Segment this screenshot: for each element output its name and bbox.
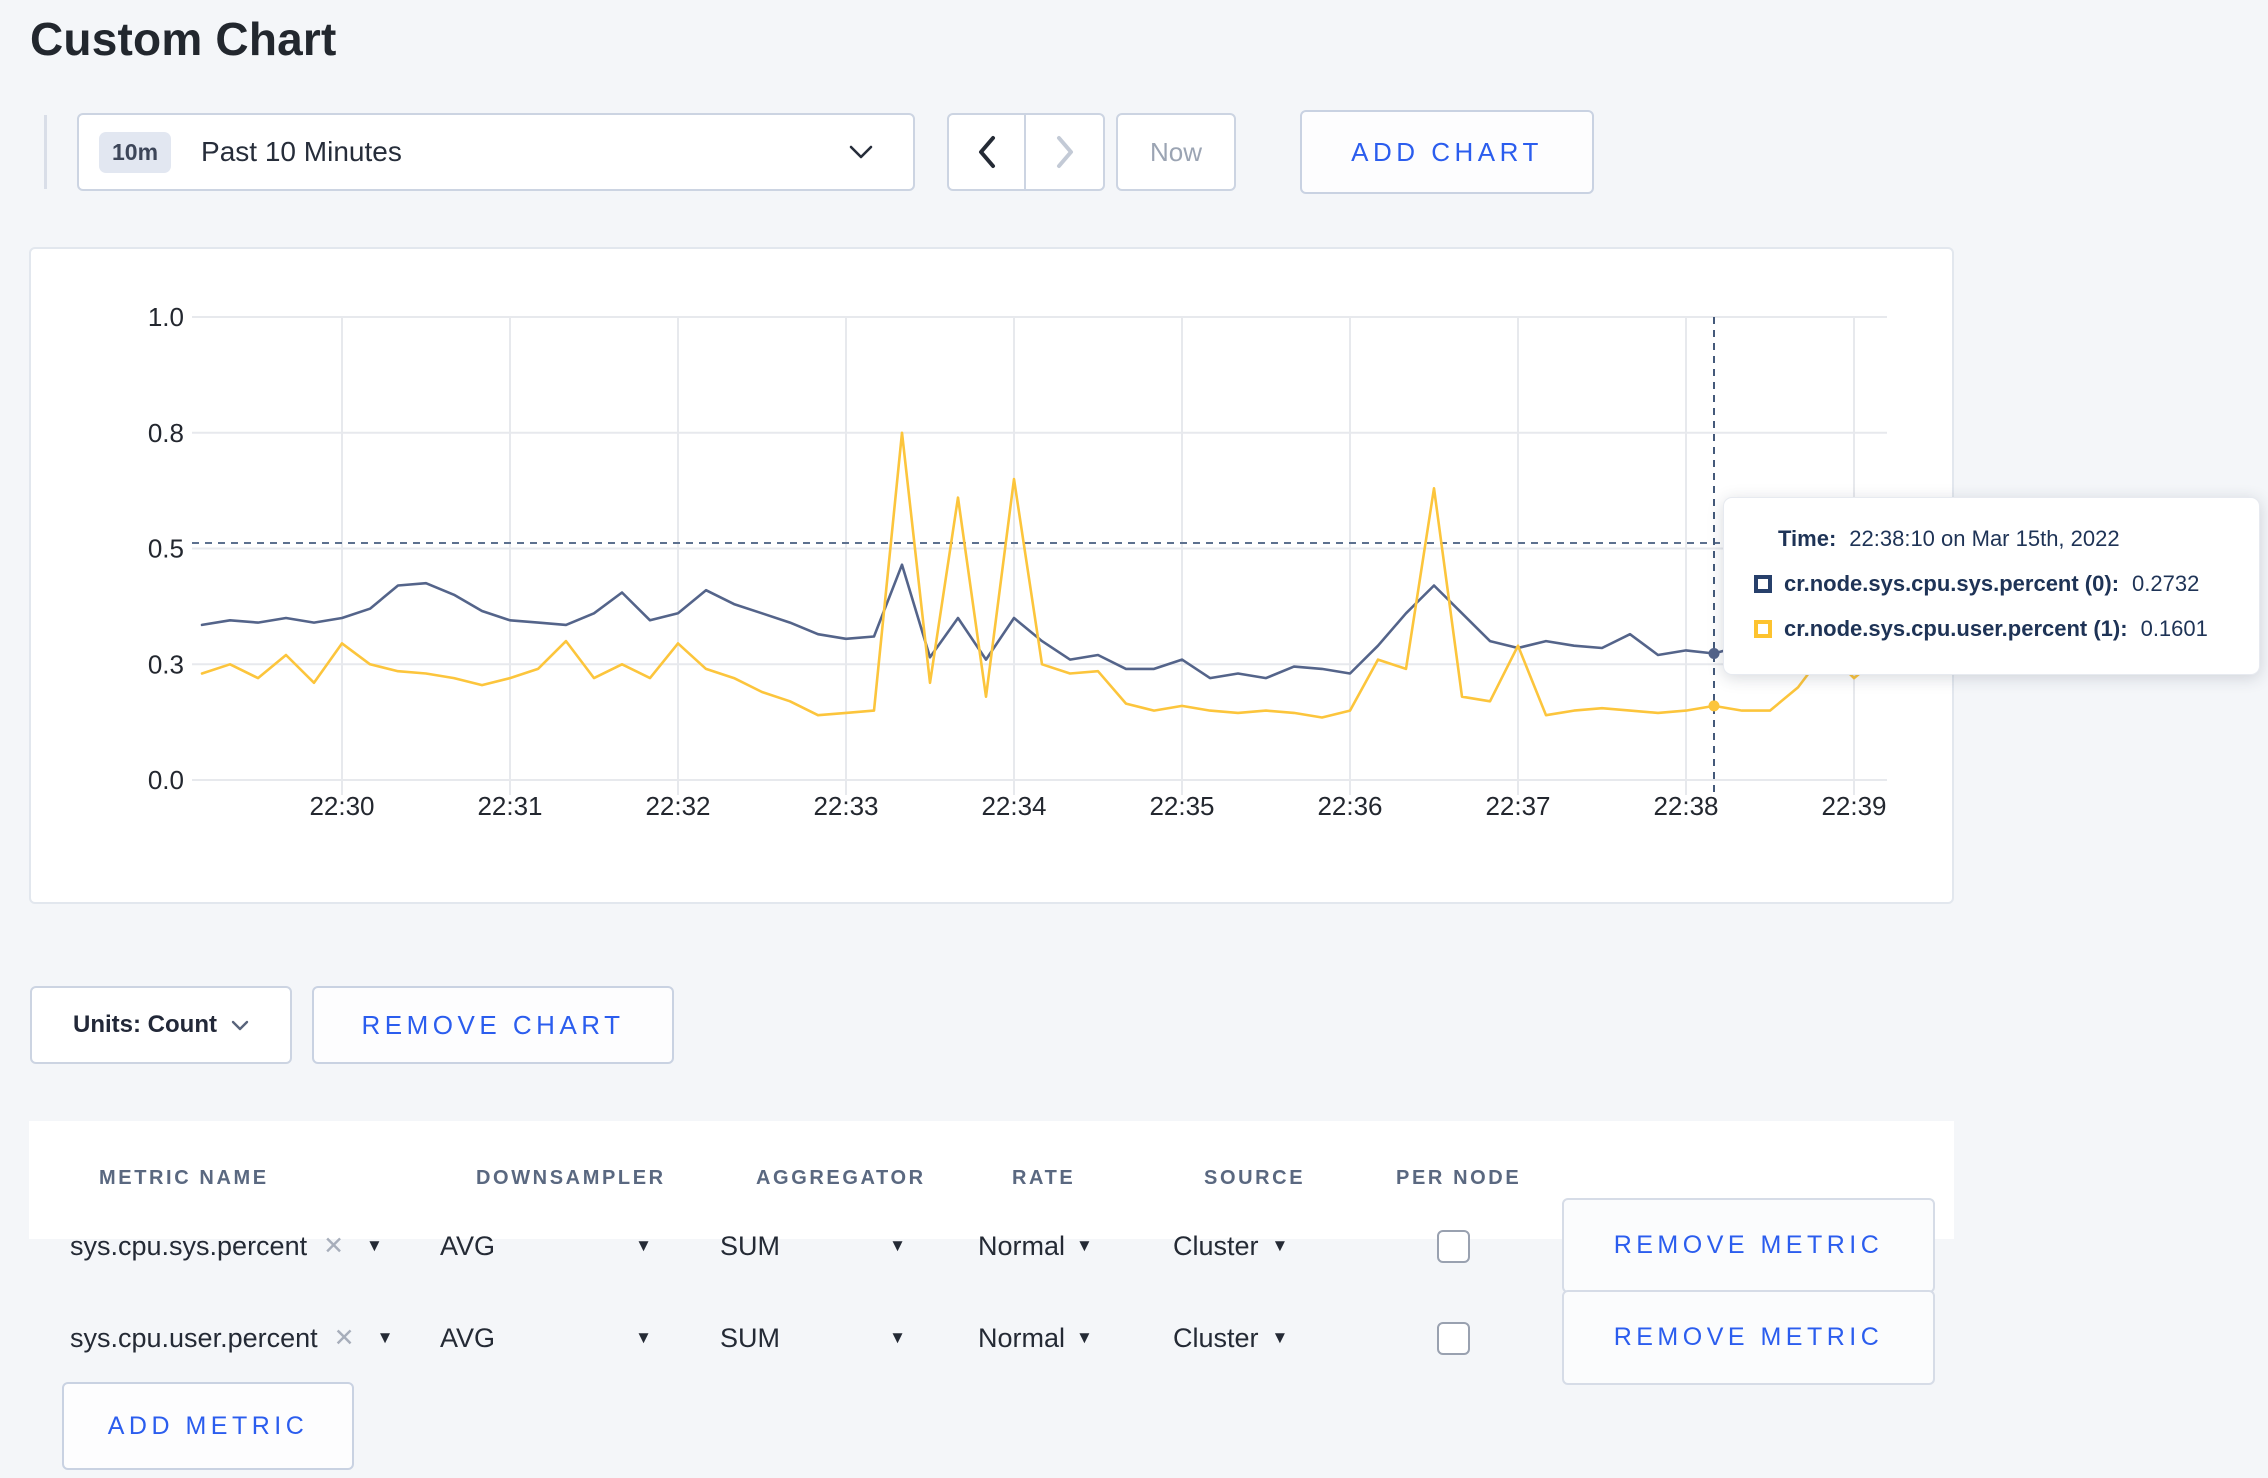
aggregator-value: SUM: [720, 1230, 780, 1261]
toolbar-divider: [44, 115, 47, 189]
aggregator-dropdown[interactable]: SUM ▼: [720, 1200, 906, 1292]
downsampler-dropdown[interactable]: AVG ▼: [440, 1200, 652, 1292]
svg-text:22:34: 22:34: [981, 791, 1046, 821]
svg-text:22:37: 22:37: [1485, 791, 1550, 821]
col-header-per-node: PER NODE: [1396, 1167, 1522, 1189]
tooltip-series-value: 0.1601: [2140, 616, 2208, 641]
per-node-checkbox[interactable]: [1437, 1229, 1470, 1263]
remove-metric-button[interactable]: REMOVE METRIC: [1562, 1290, 1935, 1385]
downsampler-value: AVG: [440, 1230, 496, 1261]
source-dropdown[interactable]: Cluster ▼: [1173, 1292, 1288, 1384]
table-row: sys.cpu.sys.percent ✕ ▼ AVG ▼ SUM ▼ Norm…: [29, 1198, 1954, 1293]
svg-text:0.8: 0.8: [148, 418, 184, 448]
svg-text:0.0: 0.0: [148, 765, 184, 795]
remove-metric-button[interactable]: REMOVE METRIC: [1562, 1198, 1935, 1293]
chevron-left-icon: [978, 136, 995, 168]
rate-value: Normal: [978, 1322, 1066, 1353]
time-nav-group: [947, 113, 1105, 191]
metric-name-value: sys.cpu.user.percent: [70, 1322, 318, 1353]
add-chart-button[interactable]: ADD CHART: [1300, 110, 1594, 194]
timeseries-chart[interactable]: 0.0 0.3 0.5 0.8 1.0 22:30 22:31 22:32 22:33 22:34…: [31, 249, 1952, 902]
series-swatch-icon: [1754, 620, 1772, 638]
svg-text:22:39: 22:39: [1821, 791, 1886, 821]
chevron-right-icon: [1056, 136, 1073, 168]
source-value: Cluster: [1173, 1322, 1259, 1353]
col-header-downsampler: DOWNSAMPLER: [476, 1167, 666, 1189]
tooltip-series-value: 0.2732: [2132, 571, 2200, 596]
svg-text:0.3: 0.3: [148, 649, 184, 679]
aggregator-value: SUM: [720, 1322, 780, 1353]
aggregator-dropdown[interactable]: SUM ▼: [720, 1292, 906, 1384]
caret-down-icon: ▼: [889, 1236, 906, 1255]
time-forward-button[interactable]: [1026, 115, 1103, 189]
svg-text:22:33: 22:33: [813, 791, 878, 821]
metric-name-value: sys.cpu.sys.percent: [70, 1230, 308, 1261]
chart-tooltip: Time: 22:38:10 on Mar 15th, 2022 cr.node…: [1723, 497, 2260, 675]
metric-name-dropdown[interactable]: sys.cpu.sys.percent ✕ ▼: [70, 1200, 383, 1292]
page-title: Custom Chart: [30, 13, 337, 65]
chevron-down-icon: [849, 145, 873, 159]
caret-down-icon: ▼: [376, 1328, 394, 1347]
table-row: sys.cpu.user.percent ✕ ▼ AVG ▼ SUM ▼ Nor…: [29, 1290, 1954, 1385]
col-header-metric-name: METRIC NAME: [99, 1167, 269, 1189]
svg-text:22:31: 22:31: [477, 791, 542, 821]
chevron-down-icon: [231, 1020, 249, 1030]
col-header-aggregator: AGGREGATOR: [756, 1167, 926, 1189]
source-value: Cluster: [1173, 1230, 1259, 1261]
remove-chart-button[interactable]: REMOVE CHART: [312, 986, 674, 1064]
tooltip-time-value: 22:38:10 on Mar 15th, 2022: [1849, 526, 2120, 551]
svg-text:22:36: 22:36: [1317, 791, 1382, 821]
rate-dropdown[interactable]: Normal ▼: [978, 1200, 1093, 1292]
svg-text:22:38: 22:38: [1653, 791, 1718, 821]
per-node-checkbox[interactable]: [1437, 1321, 1470, 1355]
svg-text:0.5: 0.5: [148, 534, 184, 564]
units-label: Units: Count: [73, 1011, 217, 1038]
time-range-label: Past 10 Minutes: [201, 136, 402, 167]
rate-dropdown[interactable]: Normal ▼: [978, 1292, 1093, 1384]
caret-down-icon: ▼: [889, 1328, 906, 1347]
tooltip-series-label: cr.node.sys.cpu.sys.percent (0):: [1784, 571, 2120, 596]
caret-down-icon: ▼: [1271, 1328, 1289, 1347]
time-range-dropdown[interactable]: 10m Past 10 Minutes: [77, 113, 915, 191]
svg-text:1.0: 1.0: [148, 302, 184, 332]
metric-name-dropdown[interactable]: sys.cpu.user.percent ✕ ▼: [70, 1292, 393, 1384]
caret-down-icon: ▼: [635, 1328, 652, 1347]
units-dropdown[interactable]: Units: Count: [30, 986, 292, 1064]
caret-down-icon: ▼: [366, 1236, 383, 1255]
time-back-button[interactable]: [949, 115, 1027, 189]
caret-down-icon: ▼: [1076, 1328, 1093, 1347]
tooltip-time-label: Time:: [1778, 526, 1837, 551]
col-header-source: SOURCE: [1204, 1167, 1306, 1189]
caret-down-icon: ▼: [1271, 1236, 1289, 1255]
tooltip-series-label: cr.node.sys.cpu.user.percent (1):: [1784, 616, 2128, 641]
caret-down-icon: ▼: [1076, 1236, 1093, 1255]
downsampler-dropdown[interactable]: AVG ▼: [440, 1292, 652, 1384]
clear-metric-icon[interactable]: ✕: [334, 1323, 355, 1353]
clear-metric-icon[interactable]: ✕: [323, 1231, 344, 1261]
col-header-rate: RATE: [1012, 1167, 1076, 1189]
svg-text:22:35: 22:35: [1149, 791, 1214, 821]
add-metric-button[interactable]: ADD METRIC: [62, 1382, 354, 1470]
rate-value: Normal: [978, 1230, 1066, 1261]
caret-down-icon: ▼: [635, 1236, 652, 1255]
source-dropdown[interactable]: Cluster ▼: [1173, 1200, 1288, 1292]
series-swatch-icon: [1754, 575, 1772, 593]
svg-text:22:30: 22:30: [309, 791, 374, 821]
now-button[interactable]: Now: [1116, 113, 1236, 191]
svg-text:22:32: 22:32: [645, 791, 710, 821]
chart-panel[interactable]: 0.0 0.3 0.5 0.8 1.0 22:30 22:31 22:32 22:33 22:34…: [29, 247, 2260, 904]
time-window-badge: 10m: [99, 131, 172, 173]
downsampler-value: AVG: [440, 1322, 496, 1353]
